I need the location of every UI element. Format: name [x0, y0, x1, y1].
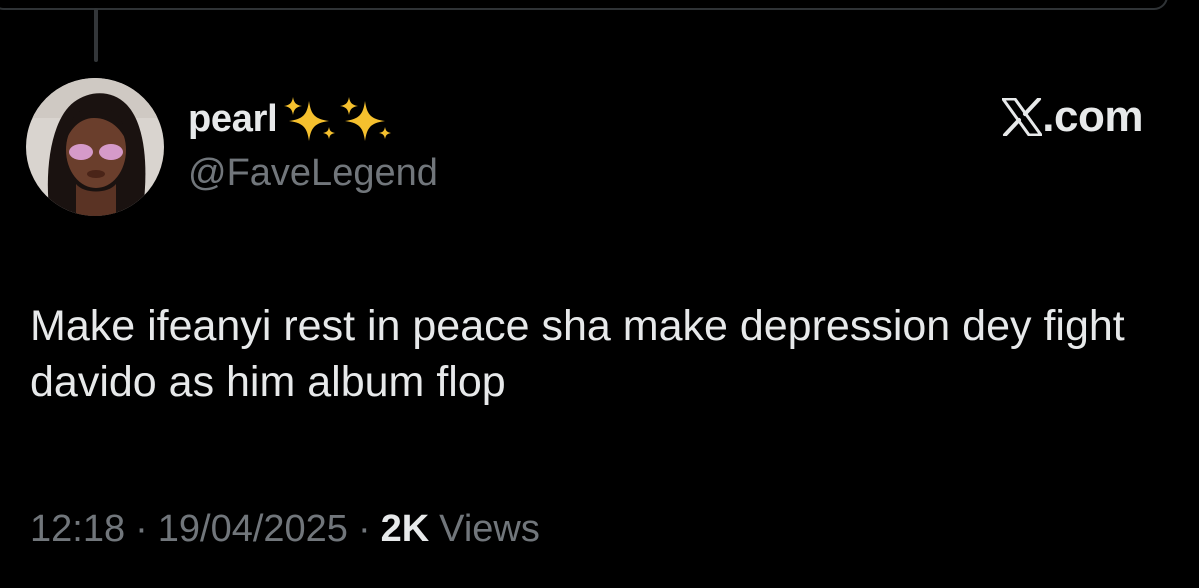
- tweet-meta: 12:18 · 19/04/2025 · 2K Views: [30, 508, 540, 551]
- meta-separator: ·: [135, 508, 148, 550]
- views-count[interactable]: 2K: [381, 508, 430, 551]
- brand-watermark: .com: [1002, 92, 1143, 142]
- views-label[interactable]: Views: [439, 508, 540, 551]
- meta-separator: ·: [357, 508, 371, 550]
- user-handle[interactable]: @FaveLegend: [188, 152, 438, 195]
- brand-text: .com: [1042, 92, 1143, 141]
- sparkles-emoji-icon: [283, 97, 395, 141]
- avatar[interactable]: [26, 78, 164, 216]
- tweet-time[interactable]: 12:18: [30, 508, 125, 551]
- tweet-body: Make ifeanyi rest in peace sha make depr…: [30, 302, 1125, 406]
- author-name-row[interactable]: pearl: [188, 96, 395, 142]
- thread-connector-line: [94, 8, 98, 62]
- previous-tweet-card-edge: [0, 0, 1168, 10]
- x-logo-icon: [1002, 98, 1043, 136]
- tweet-date[interactable]: 19/04/2025: [158, 508, 348, 551]
- display-name[interactable]: pearl: [188, 98, 278, 141]
